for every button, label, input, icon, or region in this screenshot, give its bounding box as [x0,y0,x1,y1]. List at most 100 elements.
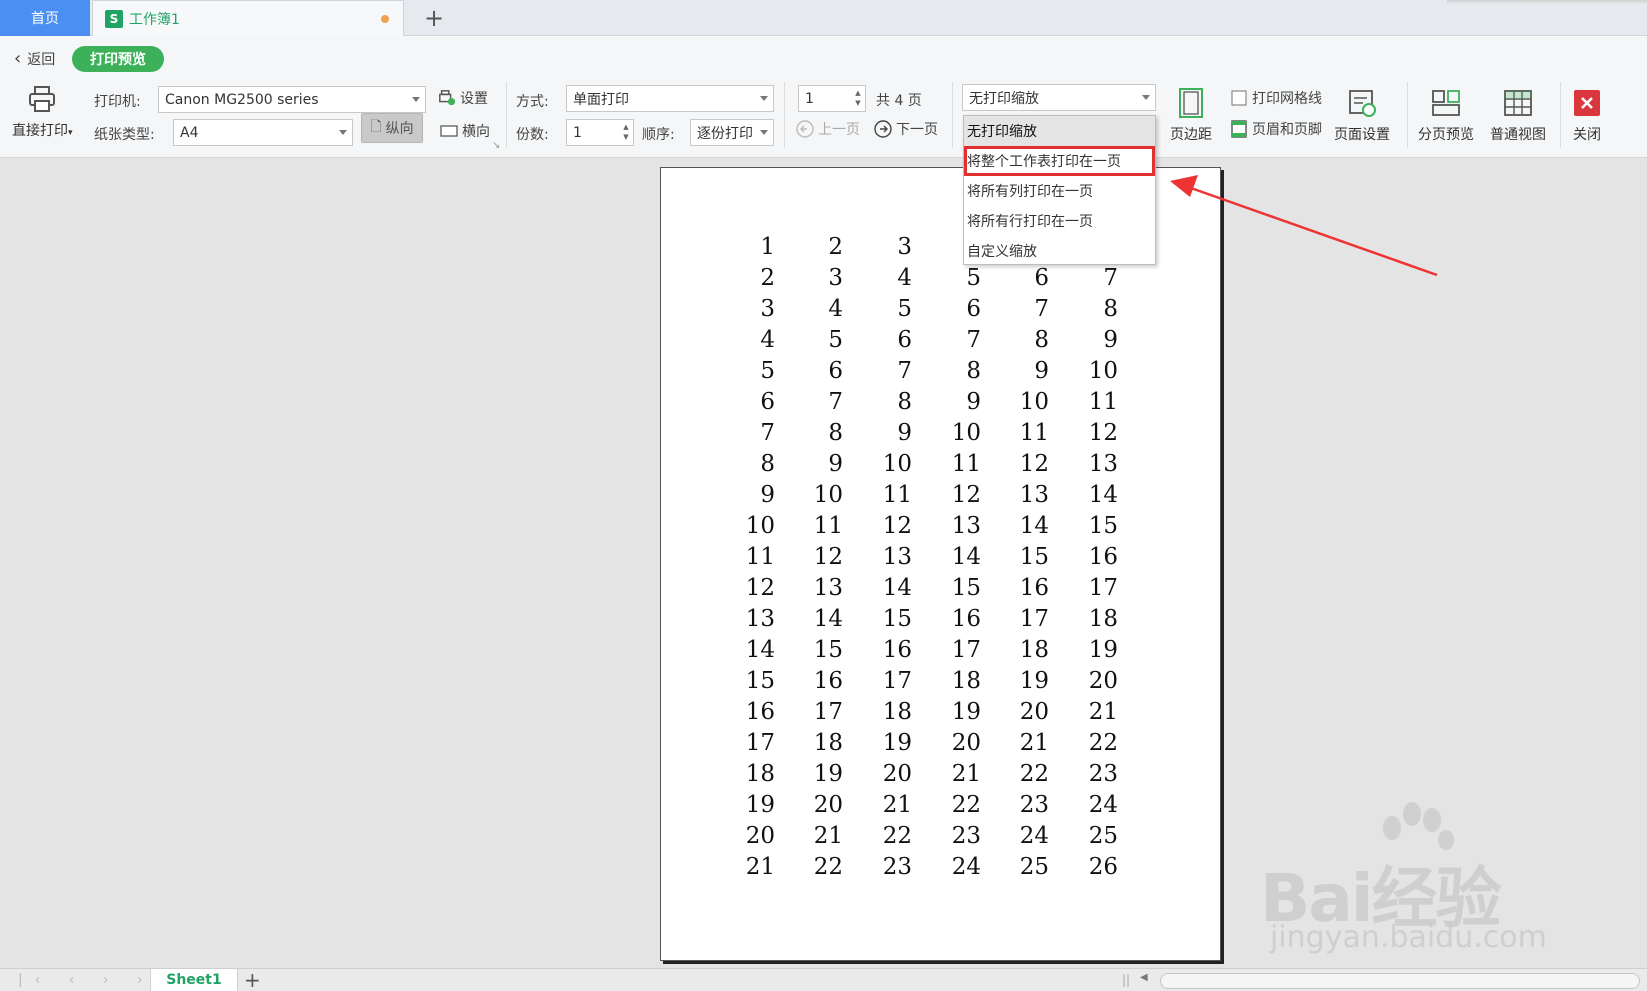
new-tab-button[interactable]: + [420,4,448,32]
stepper-arrows-icon[interactable]: ▲ ▼ [621,122,631,143]
horizontal-scrollbar[interactable] [1160,973,1640,989]
table-cell: 21 [813,823,843,849]
page-number-stepper[interactable]: 1 ▲ ▼ [798,85,866,112]
tab-workbook[interactable]: S 工作簿1 [92,0,404,37]
printer-settings-button[interactable]: 设置 [438,88,488,108]
expand-corner-icon[interactable]: ↘ [492,140,500,151]
normal-view-button[interactable]: 普通视图 [1490,86,1546,144]
table-cell: 14 [882,575,912,601]
caret-down-icon [760,130,768,135]
arrow-right-circle-icon [874,120,892,138]
stepper-arrows-icon[interactable]: ▲ ▼ [853,88,863,109]
table-cell: 11 [951,451,981,477]
page-setup-button[interactable]: 页面设置 [1334,86,1390,144]
tabbar-shadow [1447,0,1647,4]
paper-type-select[interactable]: A4 [173,119,353,146]
header-footer-button[interactable]: 页眉和页脚 [1230,119,1322,139]
table-cell: 20 [745,823,775,849]
print-gridlines-checkbox[interactable]: 打印网格线 [1230,88,1322,108]
table-cell: 13 [882,544,912,570]
tab-bar: 首页 S 工作簿1 + [0,0,1647,37]
direct-print-button[interactable]: 直接打印▾ [12,82,73,140]
table-cell: 20 [813,792,843,818]
prev-page-button[interactable]: 上一页 [796,119,860,139]
page-setup-label: 页面设置 [1334,127,1390,143]
page-break-preview-button[interactable]: 分页预览 [1418,86,1474,144]
table-cell: 11 [745,544,775,570]
paper-type-label: 纸张类型: [94,127,155,143]
table-row: 16 17 18 19 20 21 [735,699,1155,730]
table-cell: 24 [1088,792,1118,818]
table-cell: 19 [745,792,775,818]
table-cell: 23 [1019,792,1049,818]
table-cell: 16 [882,637,912,663]
landscape-page-icon [440,122,458,140]
copies-value: 1 [573,124,582,141]
table-cell: 12 [1088,420,1118,446]
prev-page-label: 上一页 [818,122,860,138]
copies-label: 份数: [516,127,549,143]
tab-home[interactable]: 首页 [0,0,90,36]
copies-stepper[interactable]: 1 ▲ ▼ [566,119,634,146]
table-cell: 7 [828,389,843,415]
add-sheet-button[interactable]: + [244,969,261,991]
table-cell: 10 [882,451,912,477]
split-handle-icon[interactable]: || [1122,973,1130,987]
table-cell: 18 [813,730,843,756]
table-cell: 18 [1019,637,1049,663]
back-button[interactable]: ‹ 返回 [14,48,55,69]
print-order-select[interactable]: 逐份打印 [690,119,774,146]
table-cell: 9 [1034,358,1049,384]
scale-option[interactable]: 将所有行打印在一页 [964,206,1155,236]
table-cell: 2 [828,234,843,260]
table-row: 18 19 20 21 22 23 [735,761,1155,792]
sheet-tab-bar: |‹ ‹ › ›| Sheet1 + || ◀ [0,968,1647,991]
print-scale-dropdown: 无打印缩放 将整个工作表打印在一页 将所有列打印在一页 将所有行打印在一页 自定义缩放 [963,115,1156,265]
portrait-button[interactable]: 🗋 纵向 [361,113,423,143]
table-cell: 11 [1088,389,1118,415]
table-cell: 6 [1034,265,1049,291]
table-cell: 10 [1019,389,1049,415]
table-cell: 12 [951,482,981,508]
close-preview-button[interactable]: 关闭 [1570,86,1604,144]
table-cell: 20 [951,730,981,756]
print-mode-select[interactable]: 单面打印 [566,85,774,112]
table-cell: 3 [897,234,912,260]
sheet-tab[interactable]: Sheet1 [150,969,238,991]
table-cell: 3 [760,296,775,322]
print-preview-badge: 打印预览 [72,46,164,72]
table-cell: 11 [1019,420,1049,446]
scale-option[interactable]: 自定义缩放 [964,236,1155,266]
scale-option[interactable]: 将整个工作表打印在一页 [964,146,1155,176]
sheet-nav-arrows-icon[interactable]: |‹ ‹ › ›| [18,972,171,988]
table-cell: 17 [882,668,912,694]
unsaved-dot-icon [381,15,389,23]
back-label: 返回 [27,51,56,68]
table-cell: 7 [897,358,912,384]
table-row: 13 14 15 16 17 18 [735,606,1155,637]
scale-option[interactable]: 将所有列打印在一页 [964,176,1155,206]
table-cell: 8 [1103,296,1118,322]
table-cell: 11 [813,513,843,539]
baidu-watermark: Bai经验 jingyan.baidu.com [1260,800,1640,960]
table-row: 17 18 19 20 21 22 [735,730,1155,761]
print-scale-select[interactable]: 无打印缩放 [962,84,1156,111]
spreadsheet-icon: S [105,10,123,28]
margins-label: 页边距 [1170,127,1212,143]
printer-icon [25,82,59,116]
next-page-button[interactable]: 下一页 [874,119,938,139]
table-row: 15 16 17 18 19 20 [735,668,1155,699]
tab-title: 工作簿1 [129,12,180,28]
table-cell: 15 [1088,513,1118,539]
scroll-left-icon[interactable]: ◀ [1140,972,1148,983]
mode-value: 单面打印 [573,91,629,108]
scale-option[interactable]: 无打印缩放 [964,116,1155,146]
landscape-button[interactable]: 横向 [440,121,490,141]
table-cell: 18 [882,699,912,725]
margins-button[interactable]: 页边距 [1170,86,1212,144]
printer-select[interactable]: Canon MG2500 series [158,86,426,113]
table-cell: 4 [760,327,775,353]
table-cell: 10 [951,420,981,446]
table-cell: 8 [897,389,912,415]
table-cell: 15 [813,637,843,663]
